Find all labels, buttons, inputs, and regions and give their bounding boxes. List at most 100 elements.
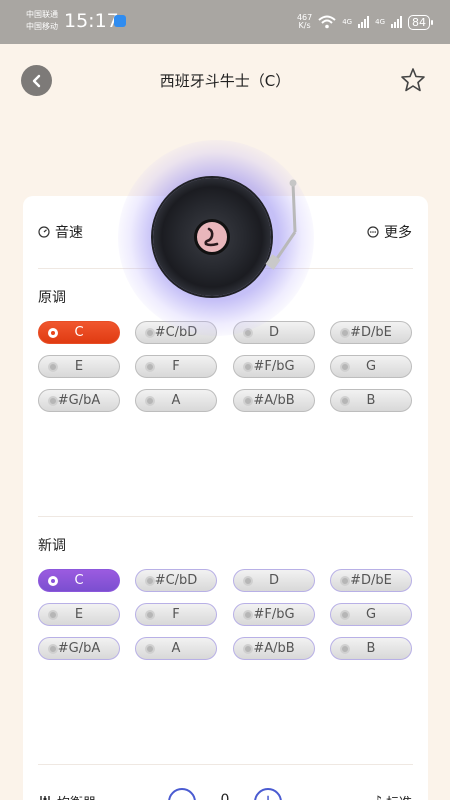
radio-dot-icon — [145, 644, 155, 654]
new-key-button[interactable]: F — [135, 603, 217, 626]
equalizer-value: 0 — [220, 792, 230, 800]
key-label: F — [172, 359, 180, 374]
equalizer-label: 均衡器 — [57, 792, 96, 800]
network-type-2: 4G — [375, 18, 385, 26]
speed-label: 音速 — [55, 225, 83, 241]
radio-dot-icon — [48, 644, 58, 654]
key-label: #G/bA — [57, 393, 101, 408]
new-key-button[interactable]: G — [330, 603, 412, 626]
original-key-button[interactable]: B — [330, 389, 412, 412]
key-label: G — [365, 607, 377, 622]
new-key-button[interactable]: #F/bG — [233, 603, 315, 626]
radio-dot-icon — [48, 328, 58, 338]
new-key-button[interactable]: A — [135, 637, 217, 660]
music-note-icon: ♪ — [374, 794, 382, 800]
network-speed-unit: K/s — [298, 21, 311, 30]
page-title: 西班牙斗牛士（C） — [159, 72, 291, 90]
radio-dot-icon — [340, 576, 350, 586]
radio-dot-icon — [340, 396, 350, 406]
radio-dot-icon — [340, 362, 350, 372]
key-label: F — [172, 607, 180, 622]
radio-dot-icon — [48, 396, 58, 406]
key-label: #F/bG — [253, 359, 295, 374]
signal-2-icon — [391, 16, 402, 28]
radio-dot-icon — [48, 362, 58, 372]
original-key-label: 原调 — [38, 290, 66, 306]
key-label: #A/bB — [253, 393, 295, 408]
more-icon — [367, 226, 379, 238]
radio-dot-icon — [243, 644, 253, 654]
original-key-button[interactable]: C — [38, 321, 120, 344]
original-key-button[interactable]: #A/bB — [233, 389, 315, 412]
original-key-button[interactable]: F — [135, 355, 217, 378]
original-key-button[interactable]: A — [135, 389, 217, 412]
new-key-label: 新调 — [38, 538, 66, 554]
record-label-icon — [194, 219, 230, 255]
clock: 15:17 — [64, 10, 119, 32]
key-label: E — [74, 607, 84, 622]
original-key-button[interactable]: #G/bA — [38, 389, 120, 412]
network-type-1: 4G — [342, 18, 353, 26]
more-button[interactable]: 更多 — [367, 222, 412, 242]
key-label: E — [74, 359, 84, 374]
key-label: G — [365, 359, 377, 374]
message-notification-icon — [114, 15, 126, 27]
equalizer-icon — [40, 795, 50, 800]
key-label: C — [74, 573, 84, 588]
new-key-button[interactable]: #D/bE — [330, 569, 412, 592]
minus-icon: − — [174, 793, 189, 800]
plus-icon: + — [260, 793, 275, 800]
radio-dot-icon — [145, 362, 155, 372]
key-label: C — [74, 325, 84, 340]
standard-preset[interactable]: ♪ 标准 — [374, 792, 412, 800]
new-key-button[interactable]: #A/bB — [233, 637, 315, 660]
new-key-button[interactable]: C — [38, 569, 120, 592]
key-label: #D/bE — [350, 325, 392, 340]
radio-dot-icon — [243, 576, 253, 586]
carrier-2: 中国移动 — [26, 22, 58, 31]
key-label: B — [366, 641, 376, 656]
wifi-icon — [318, 15, 336, 29]
divider — [38, 516, 413, 517]
key-label: B — [366, 393, 376, 408]
key-label: D — [268, 325, 279, 340]
radio-dot-icon — [145, 396, 155, 406]
signal-1-icon — [358, 16, 370, 28]
status-indicators: 467 K/s 4G 4G 84 — [297, 12, 433, 32]
new-key-button[interactable]: #G/bA — [38, 637, 120, 660]
standard-label: 标准 — [386, 792, 412, 800]
speed-icon — [38, 226, 50, 238]
carrier-1: 中国联通 — [26, 10, 58, 19]
new-key-button[interactable]: #C/bD — [135, 569, 217, 592]
equalizer-control[interactable]: 均衡器 — [38, 792, 96, 800]
radio-dot-icon — [340, 644, 350, 654]
original-key-button[interactable]: E — [38, 355, 120, 378]
radio-dot-icon — [243, 362, 253, 372]
key-label: #C/bD — [154, 573, 198, 588]
key-label: D — [268, 573, 279, 588]
key-label: A — [171, 393, 181, 408]
original-key-button[interactable]: G — [330, 355, 412, 378]
radio-dot-icon — [145, 576, 155, 586]
radio-dot-icon — [340, 610, 350, 620]
radio-dot-icon — [243, 610, 253, 620]
increase-button[interactable]: + — [254, 788, 282, 800]
new-key-button[interactable]: B — [330, 637, 412, 660]
key-label: #F/bG — [253, 607, 295, 622]
decrease-button[interactable]: − — [168, 788, 196, 800]
status-bar: 中国联通 中国移动 15:17 467 K/s 4G 4G 84 — [0, 0, 450, 44]
radio-dot-icon — [145, 328, 155, 338]
music-logo-icon — [204, 227, 219, 247]
new-key-button[interactable]: D — [233, 569, 315, 592]
radio-dot-icon — [48, 610, 58, 620]
key-label: #D/bE — [350, 573, 392, 588]
radio-dot-icon — [48, 576, 58, 586]
new-key-button[interactable]: E — [38, 603, 120, 626]
key-label: #G/bA — [57, 641, 101, 656]
favorite-star-icon[interactable] — [400, 67, 426, 93]
original-key-button[interactable]: #D/bE — [330, 321, 412, 344]
carrier-info: 中国联通 中国移动 — [26, 9, 58, 33]
original-key-button[interactable]: #F/bG — [233, 355, 315, 378]
divider — [38, 764, 413, 765]
speed-control[interactable]: 音速 — [38, 222, 83, 242]
